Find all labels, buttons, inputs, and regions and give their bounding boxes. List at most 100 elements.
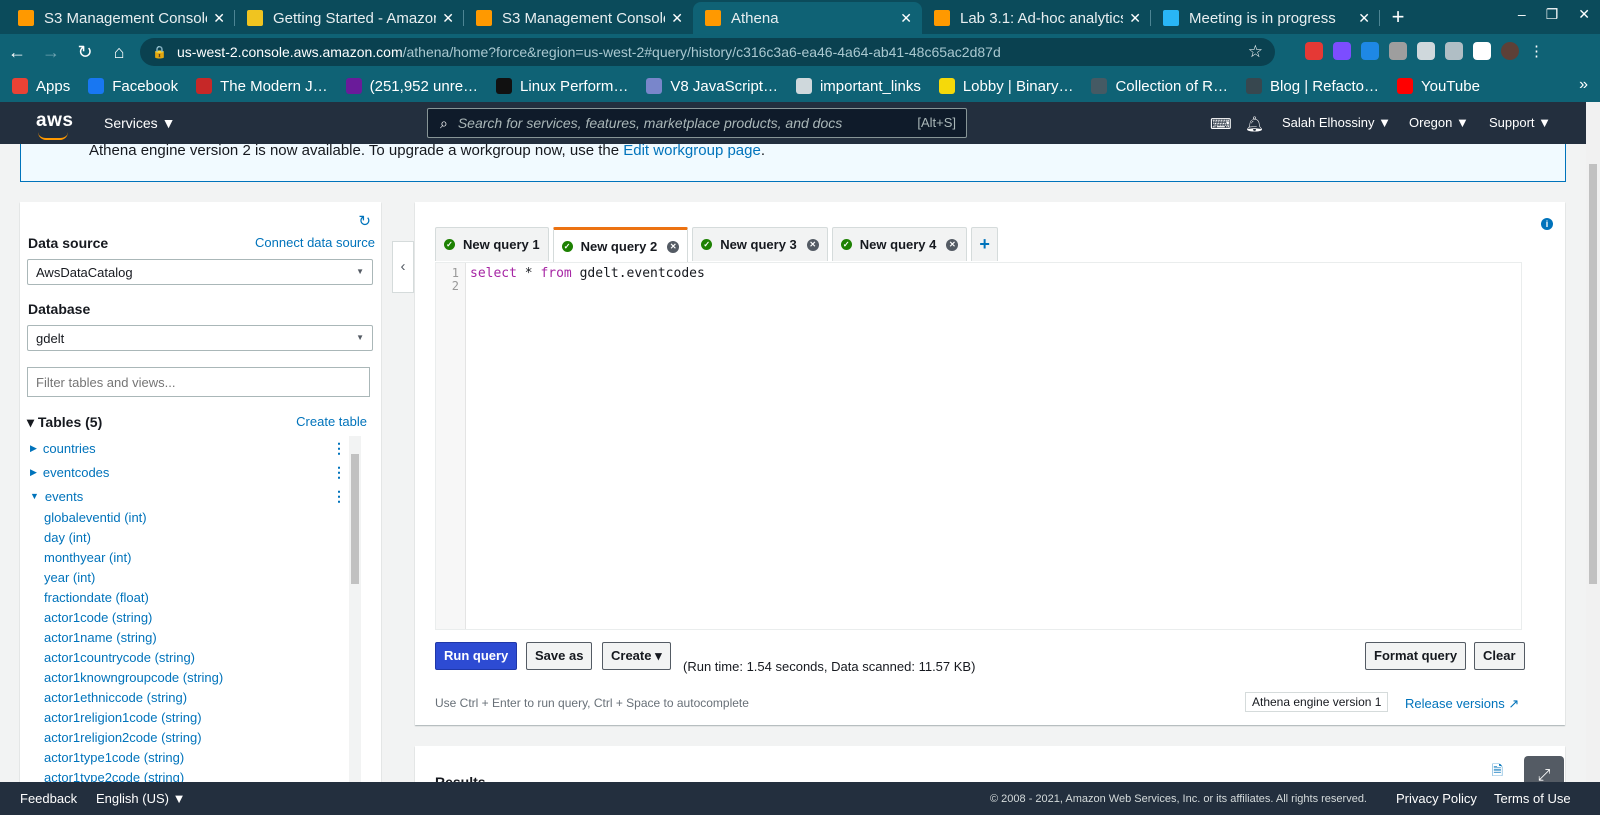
bookmark-item[interactable]: Collection of R… (1091, 78, 1228, 95)
support-menu[interactable]: Support ▼ (1489, 115, 1551, 130)
table-menu-icon[interactable]: ⋮ (332, 440, 346, 457)
browser-tab[interactable]: S3 Management Console ✕ (6, 2, 235, 34)
format-query-button[interactable]: Format query (1365, 642, 1467, 670)
refresh-icon[interactable]: ↻ (358, 212, 371, 230)
table-menu-icon[interactable]: ⋮ (332, 488, 346, 505)
close-tab-icon[interactable]: ✕ (900, 10, 912, 27)
terms-of-use-link[interactable]: Terms of Use (1494, 791, 1571, 806)
column-item[interactable]: fractiondate (float) (20, 588, 356, 608)
column-item[interactable]: globaleventid (int) (20, 508, 356, 528)
column-item[interactable]: actor1religion1code (string) (20, 708, 356, 728)
caret-down-icon[interactable]: ▼ (30, 491, 39, 501)
restore-icon[interactable]: ❐ (1546, 6, 1559, 23)
close-tab-icon[interactable]: ✕ (1129, 10, 1141, 27)
create-table-link[interactable]: Create table (296, 414, 367, 429)
bookmark-item[interactable]: The Modern J… (196, 78, 328, 95)
feedback-link[interactable]: Feedback (20, 791, 77, 806)
column-item[interactable]: actor1knowngroupcode (string) (20, 668, 356, 688)
table-menu-icon[interactable]: ⋮ (332, 464, 346, 481)
region-menu[interactable]: Oregon ▼ (1409, 115, 1469, 130)
table-item[interactable]: ▶ countries ⋮ (20, 436, 356, 460)
column-item[interactable]: actor1countrycode (string) (20, 648, 356, 668)
browser-tab[interactable]: Meeting is in progress ✕ (1151, 2, 1380, 34)
query-tab[interactable]: ✓ New query 2 ✕ (552, 227, 689, 263)
tables-header[interactable]: ▾ Tables (5) (27, 414, 102, 431)
info-icon[interactable]: i (1541, 218, 1553, 230)
extension-icon[interactable] (1305, 42, 1323, 60)
extension-icon[interactable] (1417, 42, 1435, 60)
bookmark-item[interactable]: Apps (12, 78, 70, 95)
scrollbar-thumb[interactable] (351, 454, 359, 584)
minimize-icon[interactable]: – (1518, 6, 1526, 23)
extension-icon[interactable] (1333, 42, 1351, 60)
query-tab[interactable]: ✓ New query 1 (435, 227, 549, 261)
filter-tables-input[interactable] (27, 367, 370, 397)
query-tab[interactable]: ✓ New query 3 ✕ (692, 227, 828, 261)
close-query-tab-icon[interactable]: ✕ (946, 238, 959, 251)
browser-tab[interactable]: Getting Started - Amazon ✕ (235, 2, 464, 34)
table-item[interactable]: ▼ events ⋮ (20, 484, 356, 508)
create-button[interactable]: Create ▾ (602, 642, 671, 670)
home-icon[interactable]: ⌂ (102, 42, 136, 63)
column-item[interactable]: monthyear (int) (20, 548, 356, 568)
column-item[interactable]: year (int) (20, 568, 356, 588)
column-item[interactable]: actor1religion2code (string) (20, 728, 356, 748)
close-query-tab-icon[interactable]: ✕ (667, 240, 680, 253)
bookmark-item[interactable]: YouTube (1396, 78, 1480, 95)
bookmark-item[interactable]: Facebook (88, 78, 178, 95)
global-search[interactable]: ⌕ Search for services, features, marketp… (427, 108, 967, 138)
bookmark-item[interactable]: Blog | Refacto… (1246, 78, 1379, 95)
forward-icon[interactable]: → (34, 42, 68, 63)
bookmark-item[interactable]: Lobby | Binary… (938, 78, 1073, 95)
download-results-icon[interactable]: 🗎 (1492, 760, 1503, 784)
cloudshell-icon[interactable]: ⌨ (1210, 115, 1232, 133)
browser-tab[interactable]: Lab 3.1: Ad-hoc analytics ✕ (922, 2, 1151, 34)
table-tree-scrollbar[interactable] (349, 436, 361, 782)
column-item[interactable]: actor1type1code (string) (20, 748, 356, 768)
back-icon[interactable]: ← (0, 42, 34, 63)
release-versions-link[interactable]: Release versions ↗ (1405, 696, 1519, 712)
close-window-icon[interactable]: ✕ (1578, 6, 1590, 23)
bell-icon[interactable]: 🔔︎ (1245, 115, 1264, 133)
database-select[interactable]: gdelt (27, 325, 373, 351)
privacy-policy-link[interactable]: Privacy Policy (1396, 791, 1477, 806)
browser-tab[interactable]: Athena ✕ (693, 2, 922, 34)
menu-dots-icon[interactable]: ⋮ (1529, 42, 1544, 60)
extension-icon[interactable] (1361, 42, 1379, 60)
extension-icon[interactable] (1389, 42, 1407, 60)
connect-data-source-link[interactable]: Connect data source (255, 235, 375, 250)
column-item[interactable]: actor1ethniccode (string) (20, 688, 356, 708)
close-tab-icon[interactable]: ✕ (1358, 10, 1370, 27)
bookmark-item[interactable]: important_links (795, 78, 921, 95)
edit-workgroup-link[interactable]: Edit workgroup page (623, 142, 761, 159)
table-item[interactable]: ▶ eventcodes ⋮ (20, 460, 356, 484)
data-source-select[interactable]: AwsDataCatalog (27, 259, 373, 285)
new-tab-button[interactable]: + (1380, 2, 1416, 34)
add-query-tab-button[interactable]: + (971, 227, 998, 261)
close-tab-icon[interactable]: ✕ (671, 10, 683, 27)
reload-icon[interactable]: ↻ (68, 42, 102, 63)
save-as-button[interactable]: Save as (526, 642, 593, 670)
column-item[interactable]: actor1type2code (string) (20, 768, 356, 782)
run-query-button[interactable]: Run query (435, 642, 518, 670)
language-select[interactable]: English (US) ▼ (96, 791, 185, 806)
caret-right-icon[interactable]: ▶ (30, 467, 37, 478)
browser-tab[interactable]: S3 Management Console ✕ (464, 2, 693, 34)
bookmark-item[interactable]: V8 JavaScript… (646, 78, 778, 95)
close-tab-icon[interactable]: ✕ (213, 10, 225, 27)
bookmarks-overflow-icon[interactable]: » (1579, 76, 1588, 94)
page-scrollbar[interactable] (1586, 102, 1600, 782)
column-item[interactable]: actor1code (string) (20, 608, 356, 628)
collapse-panel-button[interactable]: ‹ (392, 241, 414, 293)
close-query-tab-icon[interactable]: ✕ (806, 238, 819, 251)
column-item[interactable]: day (int) (20, 528, 356, 548)
account-menu[interactable]: Salah Elhossiny ▼ (1282, 115, 1391, 130)
column-item[interactable]: actor1name (string) (20, 628, 356, 648)
services-menu[interactable]: Services ▼ (104, 115, 175, 131)
bookmark-star-icon[interactable]: ☆ (1248, 42, 1263, 62)
clear-button[interactable]: Clear (1474, 642, 1525, 670)
puzzle-icon[interactable] (1473, 42, 1491, 60)
bookmark-item[interactable]: (251,952 unre… (345, 78, 478, 95)
address-bar[interactable]: 🔒 us-west-2.console.aws.amazon.com /athe… (140, 38, 1275, 66)
bookmark-item[interactable]: Linux Perform… (496, 78, 628, 95)
